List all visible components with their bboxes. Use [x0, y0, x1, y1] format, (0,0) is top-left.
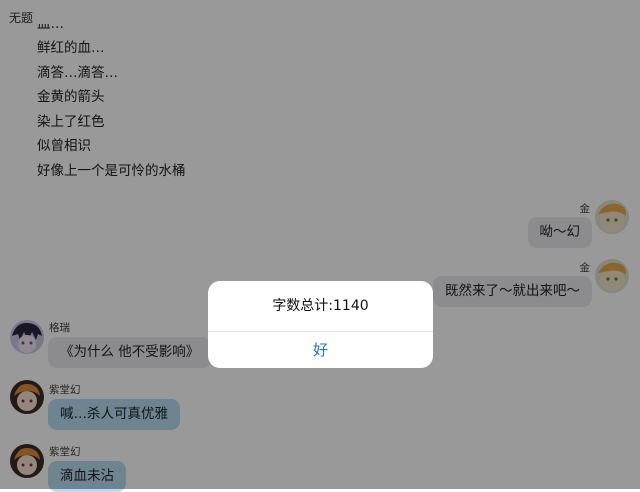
word-count-dialog: 字数总计:1140 好: [208, 281, 433, 368]
modal-overlay: [0, 0, 640, 489]
ok-button[interactable]: 好: [208, 332, 433, 368]
dialog-message: 字数总计:1140: [208, 281, 433, 332]
